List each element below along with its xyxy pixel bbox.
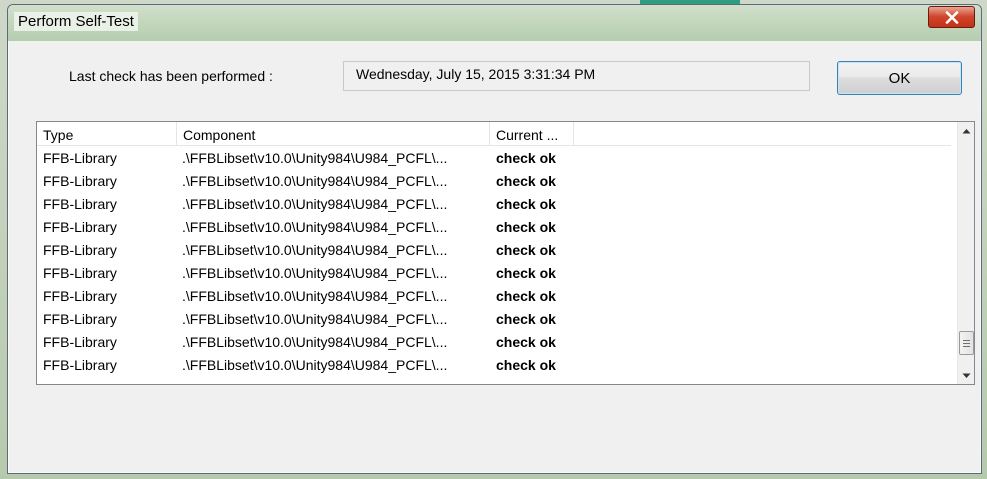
close-button[interactable] <box>928 6 975 28</box>
row-status: check ok <box>496 242 556 258</box>
last-check-label: Last check has been performed : <box>69 68 273 84</box>
row-component: .\FFBLibset\v10.0\Unity984\U984_PCFL\... <box>182 288 448 304</box>
column-header-current-status[interactable]: Current ... <box>490 122 574 146</box>
scroll-up-arrow-icon <box>962 128 971 133</box>
row-component: .\FFBLibset\v10.0\Unity984\U984_PCFL\... <box>182 219 448 235</box>
row-component: .\FFBLibset\v10.0\Unity984\U984_PCFL\... <box>182 173 448 189</box>
row-type: FFB-Library <box>43 334 117 350</box>
column-header-component[interactable]: Component <box>177 122 490 146</box>
list-row[interactable]: FFB-Library .\FFBLibset\v10.0\Unity984\U… <box>37 146 951 169</box>
column-header-type[interactable]: Type <box>37 122 177 146</box>
scroll-down-arrow-icon <box>962 373 971 378</box>
self-test-results-list[interactable]: Type Component Current ... FFB-Library .… <box>36 121 975 385</box>
list-row[interactable]: FFB-Library .\FFBLibset\v10.0\Unity984\U… <box>37 238 951 261</box>
list-row[interactable]: FFB-Library .\FFBLibset\v10.0\Unity984\U… <box>37 192 951 215</box>
row-component: .\FFBLibset\v10.0\Unity984\U984_PCFL\... <box>182 334 448 350</box>
list-row[interactable]: FFB-Library .\FFBLibset\v10.0\Unity984\U… <box>37 215 951 238</box>
window-title: Perform Self-Test <box>14 12 138 31</box>
row-component: .\FFBLibset\v10.0\Unity984\U984_PCFL\... <box>182 265 448 281</box>
row-status: check ok <box>496 311 556 327</box>
list-row[interactable]: FFB-Library .\FFBLibset\v10.0\Unity984\U… <box>37 353 951 376</box>
row-type: FFB-Library <box>43 357 117 373</box>
list-row[interactable]: FFB-Library .\FFBLibset\v10.0\Unity984\U… <box>37 307 951 330</box>
row-component: .\FFBLibset\v10.0\Unity984\U984_PCFL\... <box>182 357 448 373</box>
list-header: Type Component Current ... <box>37 122 951 146</box>
row-status: check ok <box>496 219 556 235</box>
row-type: FFB-Library <box>43 311 117 327</box>
row-type: FFB-Library <box>43 265 117 281</box>
row-type: FFB-Library <box>43 196 117 212</box>
dialog-client-area: Last check has been performed : Wednesda… <box>12 41 977 469</box>
row-status: check ok <box>496 265 556 281</box>
scroll-down-button[interactable] <box>958 367 974 384</box>
close-x-icon <box>945 10 958 24</box>
row-type: FFB-Library <box>43 242 117 258</box>
list-row[interactable]: FFB-Library .\FFBLibset\v10.0\Unity984\U… <box>37 261 951 284</box>
self-test-dialog: Perform Self-Test Last check has been pe… <box>7 4 982 474</box>
list-row[interactable]: FFB-Library .\FFBLibset\v10.0\Unity984\U… <box>37 169 951 192</box>
ok-button[interactable]: OK <box>837 61 962 95</box>
list-rows: FFB-Library .\FFBLibset\v10.0\Unity984\U… <box>37 146 951 376</box>
scroll-up-button[interactable] <box>958 122 974 139</box>
vertical-scrollbar[interactable] <box>957 122 974 384</box>
scroll-grip-icon <box>963 339 970 341</box>
row-component: .\FFBLibset\v10.0\Unity984\U984_PCFL\... <box>182 150 448 166</box>
last-check-value-field: Wednesday, July 15, 2015 3:31:34 PM <box>343 61 810 91</box>
list-row[interactable]: FFB-Library .\FFBLibset\v10.0\Unity984\U… <box>37 330 951 353</box>
row-status: check ok <box>496 288 556 304</box>
row-type: FFB-Library <box>43 288 117 304</box>
row-status: check ok <box>496 173 556 189</box>
title-bar[interactable]: Perform Self-Test <box>8 5 981 41</box>
row-status: check ok <box>496 150 556 166</box>
scroll-grip-icon <box>963 342 970 344</box>
row-type: FFB-Library <box>43 173 117 189</box>
row-type: FFB-Library <box>43 219 117 235</box>
scroll-thumb[interactable] <box>959 331 974 355</box>
scroll-grip-icon <box>963 345 970 347</box>
row-type: FFB-Library <box>43 150 117 166</box>
row-component: .\FFBLibset\v10.0\Unity984\U984_PCFL\... <box>182 196 448 212</box>
row-status: check ok <box>496 334 556 350</box>
row-status: check ok <box>496 357 556 373</box>
list-row[interactable]: FFB-Library .\FFBLibset\v10.0\Unity984\U… <box>37 284 951 307</box>
row-component: .\FFBLibset\v10.0\Unity984\U984_PCFL\... <box>182 311 448 327</box>
row-component: .\FFBLibset\v10.0\Unity984\U984_PCFL\... <box>182 242 448 258</box>
row-status: check ok <box>496 196 556 212</box>
